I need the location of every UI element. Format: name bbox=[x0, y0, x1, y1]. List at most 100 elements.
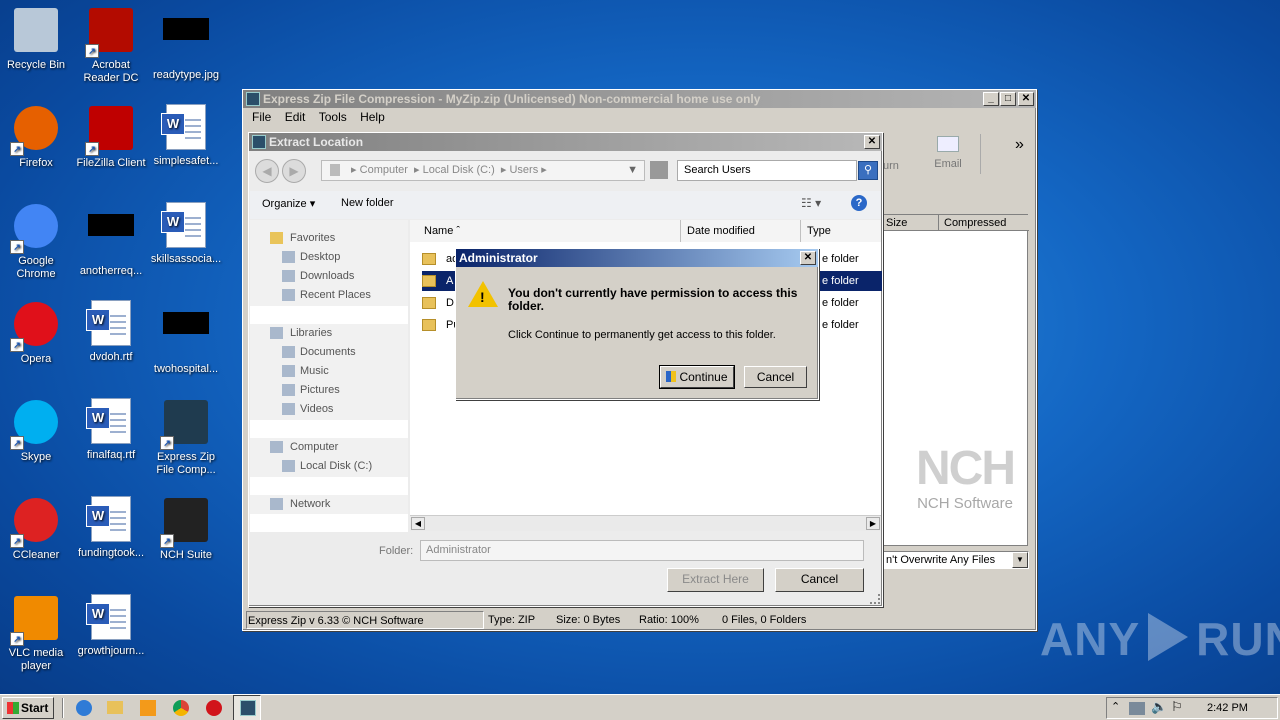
desktop-icon-acrobat[interactable]: ↗ Acrobat Reader DC bbox=[73, 6, 149, 85]
desktop-icon-skype[interactable]: ↗ Skype bbox=[0, 398, 74, 464]
network-icon bbox=[270, 498, 283, 510]
nav-music[interactable]: Music bbox=[250, 362, 408, 381]
col-compressed[interactable]: Compressed bbox=[939, 215, 1029, 231]
nav-network[interactable]: Network bbox=[250, 495, 408, 514]
desktop-icon-word-doc[interactable]: fundingtook... bbox=[73, 496, 149, 560]
express-zip-titlebar[interactable]: Express Zip File Compression - MyZip.zip… bbox=[243, 90, 1036, 108]
new-folder-button[interactable]: New folder bbox=[341, 197, 394, 209]
menu-bar: File Edit Tools Help bbox=[243, 108, 1036, 128]
nav-libraries[interactable]: Libraries bbox=[250, 324, 408, 343]
desktop-icon-image-file[interactable]: readytype.jpg bbox=[148, 6, 224, 82]
nav-documents[interactable]: Documents bbox=[250, 343, 408, 362]
archive-file-list[interactable]: Size Compressed NCH NCH Software bbox=[883, 214, 1029, 546]
search-icon[interactable]: ⚲ bbox=[858, 161, 878, 180]
ccleaner-icon: ↗ bbox=[10, 498, 60, 548]
ie-icon[interactable] bbox=[70, 695, 98, 720]
email-button[interactable]: Email bbox=[931, 134, 965, 174]
menu-help[interactable]: Help bbox=[355, 108, 390, 126]
desktop-icon-image-file[interactable]: twohospital... bbox=[148, 300, 224, 376]
view-options-icon[interactable]: ☷ ▾ bbox=[801, 196, 821, 210]
horizontal-scrollbar[interactable]: ◀ ▶ bbox=[410, 515, 881, 531]
desktop-icon-express-zip[interactable]: ↗ Express Zip File Comp... bbox=[148, 398, 224, 477]
desktop-icon-nch[interactable]: ↗ NCH Suite bbox=[148, 496, 224, 562]
desktop-icon-word-doc[interactable]: simplesafet... bbox=[148, 104, 224, 168]
scroll-right-icon[interactable]: ▶ bbox=[866, 517, 880, 530]
network-tray-icon[interactable] bbox=[1129, 702, 1145, 715]
extract-close-button[interactable]: ✕ bbox=[864, 135, 880, 149]
desktop-icon-word-doc[interactable]: skillsassocia... bbox=[148, 202, 224, 266]
desktop-icon-ccleaner[interactable]: ↗ CCleaner bbox=[0, 496, 74, 562]
continue-button[interactable]: Continue bbox=[659, 365, 735, 389]
desktop-icon-label: finalfaq.rtf bbox=[86, 449, 136, 461]
address-dropdown-icon[interactable]: ▼ bbox=[627, 161, 638, 180]
desktop-icon-recycle-bin[interactable]: Recycle Bin bbox=[0, 6, 74, 72]
clock[interactable]: 2:42 PM bbox=[1207, 702, 1248, 714]
close-button[interactable]: ✕ bbox=[1018, 92, 1034, 106]
folder-input[interactable]: Administrator bbox=[420, 540, 864, 561]
scroll-left-icon[interactable]: ◀ bbox=[411, 517, 425, 530]
toolbar-partial-label[interactable]: urn bbox=[883, 160, 899, 172]
nav-videos[interactable]: Videos bbox=[250, 400, 408, 419]
start-button[interactable]: Start bbox=[2, 697, 54, 719]
extract-here-button[interactable]: Extract Here bbox=[667, 568, 764, 592]
toolbar-overflow-icon[interactable]: » bbox=[1015, 136, 1024, 154]
admin-titlebar[interactable]: Administrator ✕ bbox=[456, 249, 818, 267]
col-name[interactable]: Name ˆ bbox=[410, 220, 681, 242]
express-zip-taskbar-button[interactable] bbox=[233, 695, 261, 720]
overwrite-select[interactable]: n't Overwrite Any Files ▼ bbox=[883, 551, 1029, 569]
desktop-icon-word-doc[interactable]: growthjourn... bbox=[73, 594, 149, 658]
nav-favorites[interactable]: Favorites bbox=[250, 229, 408, 248]
desktop-icon-vlc[interactable]: ↗ VLC media player bbox=[0, 594, 74, 673]
admin-cancel-button[interactable]: Cancel bbox=[744, 366, 807, 388]
help-icon[interactable]: ? bbox=[851, 195, 867, 211]
star-icon bbox=[270, 232, 283, 244]
organize-button[interactable]: Organize ▾ bbox=[262, 197, 315, 210]
nav-local-disk[interactable]: Local Disk (C:) bbox=[250, 457, 408, 476]
desktop-icon-filezilla[interactable]: ↗ FileZilla Client bbox=[73, 104, 149, 170]
chrome-taskbar-icon[interactable] bbox=[167, 695, 195, 720]
back-button[interactable]: ◀ bbox=[255, 159, 279, 183]
desktop-icon-chrome[interactable]: ↗ Google Chrome bbox=[0, 202, 74, 281]
explorer-icon[interactable] bbox=[101, 695, 129, 720]
nav-desktop[interactable]: Desktop bbox=[250, 248, 408, 267]
nav-computer[interactable]: Computer bbox=[250, 438, 408, 457]
chevron-down-icon[interactable]: ▼ bbox=[1012, 552, 1028, 568]
desktop-icon-word-doc[interactable]: finalfaq.rtf bbox=[73, 398, 149, 462]
menu-edit[interactable]: Edit bbox=[280, 108, 311, 126]
search-input[interactable]: Search Users bbox=[677, 160, 857, 181]
col-date-modified[interactable]: Date modified bbox=[681, 220, 801, 242]
desktop-icon-label: CCleaner bbox=[12, 549, 60, 561]
col-size[interactable]: Size bbox=[884, 215, 939, 231]
media-player-icon[interactable] bbox=[134, 695, 162, 720]
action-center-flag-icon[interactable]: ⚐ bbox=[1171, 699, 1183, 715]
administrator-dialog[interactable]: Administrator ✕ ! You don't currently ha… bbox=[455, 248, 819, 400]
maximize-button[interactable]: □ bbox=[1000, 92, 1016, 106]
refresh-button[interactable] bbox=[650, 161, 668, 179]
forward-button[interactable]: ▶ bbox=[282, 159, 306, 183]
desktop-icon-image-file[interactable]: anotherreq... bbox=[73, 202, 149, 278]
address-bar[interactable]: ▸ Computer ▸ Local Disk (C:) ▸ Users ▸ ▼ bbox=[321, 160, 645, 181]
opera-taskbar-icon[interactable] bbox=[200, 695, 228, 720]
nav-downloads[interactable]: Downloads bbox=[250, 267, 408, 286]
breadcrumb-computer[interactable]: Computer bbox=[360, 164, 408, 176]
breadcrumb-users[interactable]: Users bbox=[509, 164, 538, 176]
desktop-icon-word-doc[interactable]: dvdoh.rtf bbox=[73, 300, 149, 364]
minimize-button[interactable]: _ bbox=[983, 92, 999, 106]
resize-grip-icon[interactable] bbox=[870, 594, 880, 604]
admin-close-button[interactable]: ✕ bbox=[800, 251, 816, 265]
breadcrumb-local-disk[interactable]: Local Disk (C:) bbox=[423, 164, 495, 176]
word-doc-icon bbox=[86, 398, 135, 446]
menu-tools[interactable]: Tools bbox=[314, 108, 352, 126]
desktop-icon-firefox[interactable]: ↗ Firefox bbox=[0, 104, 74, 170]
volume-icon[interactable]: 🔈 bbox=[1151, 699, 1167, 715]
extract-titlebar[interactable]: Extract Location ✕ bbox=[249, 133, 882, 151]
tray-expand-icon[interactable]: ⌃ bbox=[1111, 700, 1120, 713]
menu-file[interactable]: File bbox=[247, 108, 276, 126]
col-type[interactable]: Type bbox=[801, 220, 881, 242]
nav-recent-places[interactable]: Recent Places bbox=[250, 286, 408, 305]
nav-pictures[interactable]: Pictures bbox=[250, 381, 408, 400]
express-zip-icon: ↗ bbox=[160, 400, 210, 450]
desktop-icon-opera[interactable]: ↗ Opera bbox=[0, 300, 74, 366]
extract-cancel-button[interactable]: Cancel bbox=[775, 568, 864, 592]
desktop-icon-label: Acrobat Reader DC bbox=[83, 59, 139, 84]
